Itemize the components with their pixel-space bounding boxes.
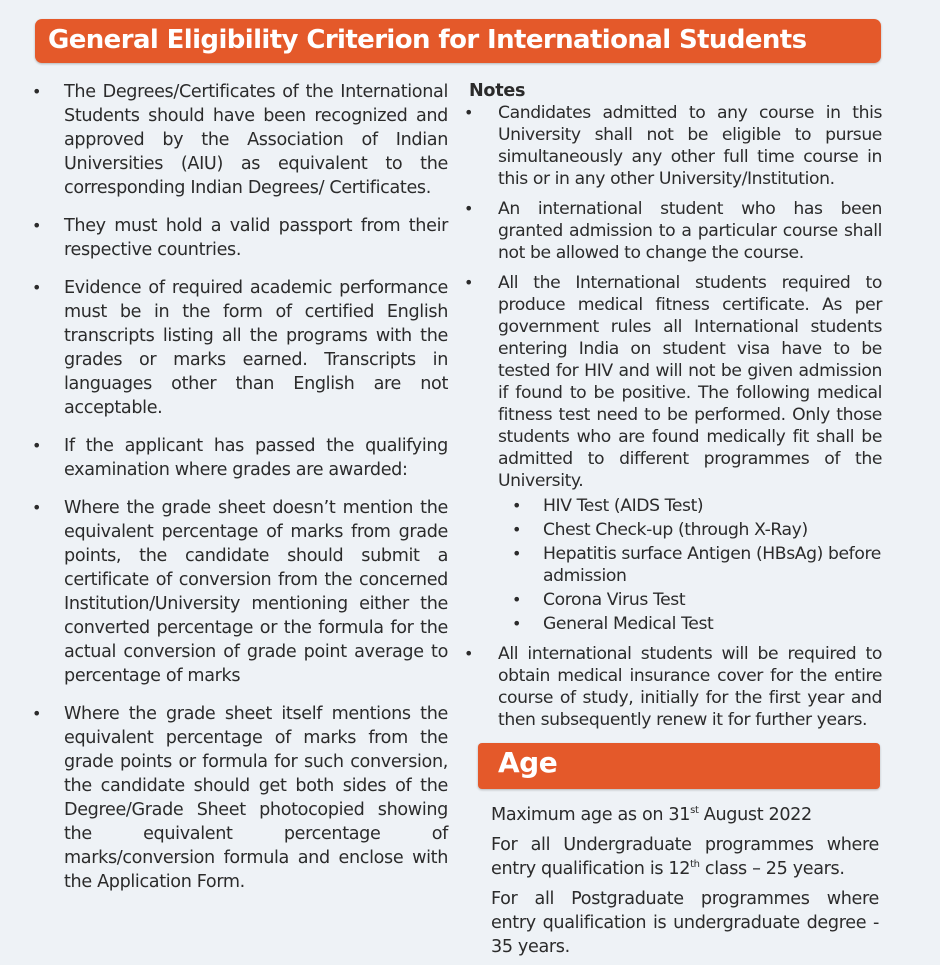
page-title: General Eligibility Criterion for Intern… bbox=[48, 25, 807, 55]
list-item: • Candidates admitted to any course in th… bbox=[462, 102, 882, 190]
list-item: • Where the grade sheet doesn’t mention t… bbox=[30, 496, 448, 688]
list-item: • An international student who has been g… bbox=[462, 198, 882, 264]
medical-test-text: General Medical Test bbox=[543, 614, 714, 634]
age-section-body: Maximum age as on 31st August 2022 For a… bbox=[491, 803, 879, 965]
ug-age-limit: For all Undergraduate programmes where e… bbox=[491, 833, 879, 881]
list-item: • All international students will be requ… bbox=[462, 643, 882, 731]
list-item-text: Candidates admitted to any course in thi… bbox=[498, 103, 882, 189]
list-item-text: All international students will be requi… bbox=[498, 644, 882, 730]
age-section-header: Age bbox=[478, 743, 880, 789]
bullet-icon: • bbox=[32, 216, 42, 235]
max-age-line: Maximum age as on 31st August 2022 bbox=[491, 803, 879, 827]
list-item-text: Evidence of required academic performanc… bbox=[64, 278, 448, 418]
bullet-icon: • bbox=[512, 520, 522, 539]
age-heading: Age bbox=[498, 746, 558, 779]
bullet-icon: • bbox=[512, 544, 522, 563]
bullet-icon: • bbox=[32, 436, 42, 455]
medical-test-text: Corona Virus Test bbox=[543, 590, 686, 610]
bullet-icon: • bbox=[512, 590, 522, 609]
bullet-icon: • bbox=[464, 273, 474, 292]
medical-test-item: • General Medical Test bbox=[498, 613, 882, 635]
medical-tests-list: • HIV Test (AIDS Test) • Chest Check-up (t… bbox=[498, 495, 882, 635]
list-item-text: An international student who has been gr… bbox=[498, 199, 882, 263]
bullet-icon: • bbox=[32, 498, 42, 517]
medical-test-text: Chest Check-up (through X-Ray) bbox=[543, 520, 808, 540]
list-item: • They must hold a valid passport from th… bbox=[30, 214, 448, 262]
medical-test-item: • Corona Virus Test bbox=[498, 589, 882, 611]
list-item: • Evidence of required academic performan… bbox=[30, 276, 448, 420]
ug-age-suffix: class – 25 years. bbox=[699, 859, 845, 879]
max-age-suffix: August 2022 bbox=[698, 805, 812, 825]
max-age-sup: st bbox=[690, 805, 699, 817]
list-item-text: Where the grade sheet doesn’t mention th… bbox=[64, 498, 448, 686]
list-item-text: Where the grade sheet itself mentions th… bbox=[64, 704, 448, 892]
medical-test-text: HIV Test (AIDS Test) bbox=[543, 496, 704, 516]
bullet-icon: • bbox=[464, 103, 474, 122]
bullet-icon: • bbox=[464, 644, 474, 663]
list-item-text: They must hold a valid passport from the… bbox=[64, 216, 448, 260]
bullet-icon: • bbox=[32, 82, 42, 101]
max-age-prefix: Maximum age as on 31 bbox=[491, 805, 691, 825]
medical-test-item: • Chest Check-up (through X-Ray) bbox=[498, 519, 882, 541]
pg-age-limit: For all Postgraduate programmes where en… bbox=[491, 889, 879, 957]
bullet-icon: • bbox=[32, 278, 42, 297]
list-item: • All the International students required… bbox=[462, 272, 882, 635]
section-header-bar: General Eligibility Criterion for Intern… bbox=[35, 19, 881, 63]
ug-age-sup: th bbox=[690, 859, 700, 871]
eligibility-list: • The Degrees/Certificates of the Interna… bbox=[30, 80, 448, 894]
medical-test-item: • Hepatitis surface Antigen (HBsAg) befor… bbox=[498, 543, 882, 587]
list-item-text: The Degrees/Certificates of the Internat… bbox=[64, 82, 448, 198]
list-item: • Where the grade sheet itself mentions t… bbox=[30, 702, 448, 894]
eligibility-list-column: • The Degrees/Certificates of the Interna… bbox=[30, 80, 448, 908]
notes-list: • Candidates admitted to any course in th… bbox=[462, 102, 882, 731]
bullet-icon: • bbox=[464, 199, 474, 218]
bullet-icon: • bbox=[512, 496, 522, 515]
notes-heading: Notes bbox=[469, 81, 526, 101]
bullet-icon: • bbox=[32, 704, 42, 723]
list-item: • The Degrees/Certificates of the Interna… bbox=[30, 80, 448, 200]
notes-column: Notes • Candidates admitted to any course… bbox=[462, 80, 882, 739]
list-item-text: All the International students required … bbox=[498, 273, 882, 491]
medical-test-item: • HIV Test (AIDS Test) bbox=[498, 495, 882, 517]
list-item: • If the applicant has passed the qualify… bbox=[30, 434, 448, 482]
list-item-text: If the applicant has passed the qualifyi… bbox=[64, 436, 448, 480]
medical-test-text: Hepatitis surface Antigen (HBsAg) before… bbox=[543, 544, 881, 586]
bullet-icon: • bbox=[512, 614, 522, 633]
